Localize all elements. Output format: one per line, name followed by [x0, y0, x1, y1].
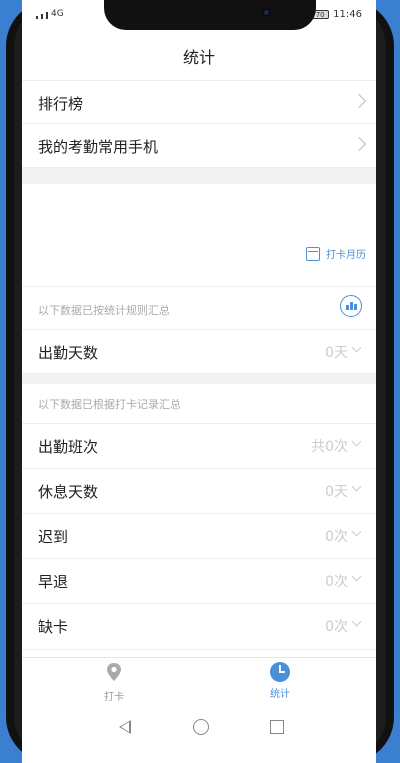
home-icon[interactable] [193, 719, 209, 735]
network-label: 4G [51, 9, 64, 19]
status-bar-left: 4G [36, 9, 64, 19]
stat-row-shifts[interactable]: 出勤班次 共0次 [22, 424, 376, 469]
status-bar-right: 70 11:46 [311, 9, 362, 20]
records-note: 以下数据已根据打卡记录汇总 [38, 398, 181, 411]
notch [104, 0, 316, 30]
tab-clock-in[interactable]: 打卡 [74, 662, 154, 703]
chevron-down-icon [351, 436, 362, 447]
tab-statistics[interactable]: 统计 [240, 662, 320, 700]
stat-value: 共0次 [311, 439, 348, 455]
bar-chart-icon-bar [346, 305, 349, 310]
stat-label: 缺卡 [38, 618, 69, 636]
stat-value: 0次 [325, 619, 348, 635]
chevron-down-icon [351, 526, 362, 537]
location-pin-icon [107, 663, 121, 681]
bar-chart-icon[interactable] [340, 295, 362, 317]
bar-chart-icon-bar [350, 302, 353, 310]
stat-label: 迟到 [38, 528, 69, 546]
chevron-down-icon [351, 342, 362, 353]
tab-label: 打卡 [104, 692, 124, 703]
stat-row-attendance-days[interactable]: 出勤天数 0天 [22, 330, 376, 374]
stat-value: 0天 [325, 345, 348, 361]
tab-label: 统计 [270, 689, 290, 700]
calendar-link[interactable]: 打卡月历 [306, 246, 366, 261]
app-screen: 4G 70 11:46 统计 排行榜 我的考勤常用手机 打卡月历 以下数据已按统… [22, 0, 376, 763]
calendar-link-label: 打卡月历 [326, 250, 366, 261]
menu-item-attendance-phone[interactable]: 我的考勤常用手机 [22, 124, 376, 168]
page-title: 统计 [182, 48, 215, 67]
stat-value: 0天 [325, 484, 348, 500]
section-divider [22, 168, 376, 184]
signal-icon [41, 14, 43, 19]
stat-value: 0次 [325, 574, 348, 590]
pie-chart-icon [270, 662, 290, 682]
chevron-down-icon [351, 481, 362, 492]
stat-label: 出勤天数 [38, 344, 99, 362]
stat-row-late[interactable]: 迟到 0次 [22, 514, 376, 559]
signal-icon [36, 16, 38, 19]
rules-note-row: 以下数据已按统计规则汇总 [22, 286, 376, 330]
camera-icon [262, 8, 271, 17]
chevron-right-icon [351, 136, 367, 152]
records-note-row: 以下数据已根据打卡记录汇总 [22, 384, 376, 424]
stat-value: 0次 [325, 529, 348, 545]
chevron-down-icon [351, 616, 362, 627]
menu-item-label: 我的考勤常用手机 [38, 138, 159, 156]
clock-time: 11:46 [333, 9, 362, 20]
bottom-tab-bar: 打卡 统计 [22, 657, 376, 710]
calendar-icon [306, 246, 320, 261]
recent-apps-icon[interactable] [270, 720, 284, 734]
chevron-down-icon [351, 571, 362, 582]
signal-icon [46, 12, 48, 19]
menu-item-leaderboard[interactable]: 排行榜 [22, 80, 376, 124]
stat-label: 早退 [38, 573, 69, 591]
stat-row-rest-days[interactable]: 休息天数 0天 [22, 469, 376, 514]
section-divider [22, 374, 376, 384]
stat-label: 休息天数 [38, 483, 99, 501]
bar-chart-icon-bar [354, 304, 357, 310]
stat-label: 出勤班次 [38, 438, 99, 456]
menu-item-label: 排行榜 [38, 95, 84, 113]
stat-row-missing-punch[interactable]: 缺卡 0次 [22, 604, 376, 650]
rules-note: 以下数据已按统计规则汇总 [38, 304, 170, 317]
chevron-right-icon [351, 93, 367, 109]
stat-row-early-leave[interactable]: 早退 0次 [22, 559, 376, 604]
back-icon[interactable] [119, 720, 131, 734]
system-nav-bar [22, 709, 376, 763]
